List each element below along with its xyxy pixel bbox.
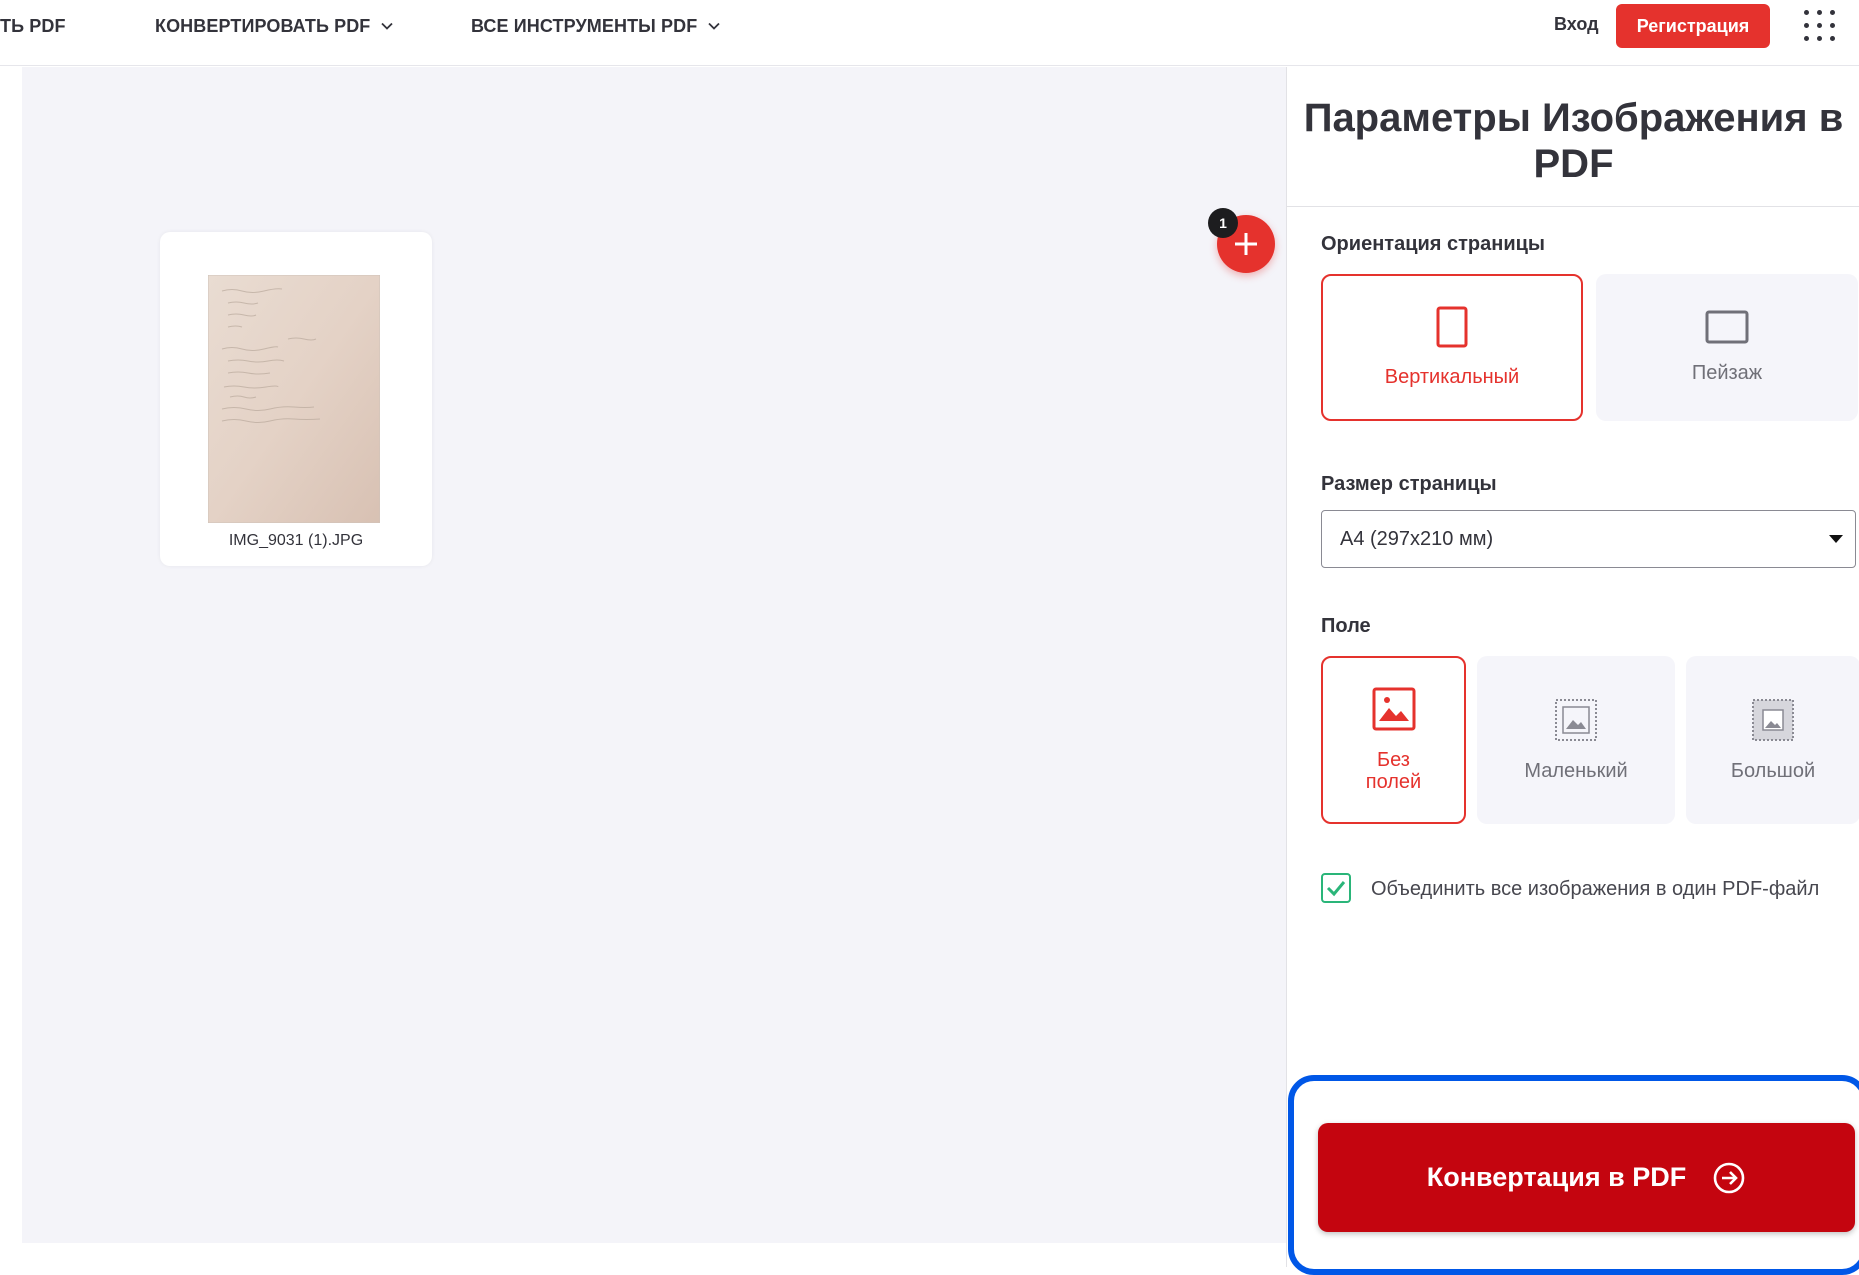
option-label: Маленький (1524, 759, 1628, 782)
file-workspace: IMG_9031 (1).JPG 1 (22, 67, 1286, 1243)
caret-down-icon (1829, 535, 1843, 543)
login-link[interactable]: Вход (1554, 14, 1599, 35)
sidebar-title: Параметры Изображения в PDF (1303, 96, 1844, 186)
page-size-value: A4 (297x210 мм) (1340, 527, 1494, 550)
nav-item-label: КОНВЕРТИРОВАТЬ PDF (155, 15, 371, 36)
file-thumbnail (208, 275, 380, 523)
nav-item-label: ТЬ PDF (0, 15, 66, 36)
arrow-right-circle-icon (1713, 1162, 1745, 1193)
convert-button-label: Конвертация в PDF (1426, 1162, 1687, 1192)
landscape-icon (1705, 310, 1749, 344)
orientation-portrait-option[interactable]: Вертикальный (1321, 274, 1583, 421)
option-label: Большой (1730, 759, 1816, 782)
register-button[interactable]: Регистрация (1616, 4, 1770, 48)
nav-item-convert-pdf[interactable]: КОНВЕРТИРОВАТЬ PDF (155, 0, 394, 52)
big-margin-icon (1752, 698, 1794, 741)
file-card[interactable]: IMG_9031 (1).JPG (160, 232, 432, 566)
nav-item-label: ВСЕ ИНСТРУМЕНТЫ PDF (471, 15, 698, 36)
apps-grid-icon[interactable] (1800, 6, 1840, 46)
margin-label: Поле (1321, 615, 1371, 637)
merge-label: Объединить все изображения в один PDF-фа… (1371, 878, 1820, 900)
nav-item-all-tools[interactable]: ВСЕ ИНСТРУМЕНТЫ PDF (471, 0, 721, 52)
page-size-select[interactable]: A4 (297x210 мм) (1321, 510, 1856, 568)
chevron-down-icon (708, 22, 720, 30)
sidebar-divider (1287, 206, 1859, 207)
file-name: IMG_9031 (1).JPG (228, 532, 364, 549)
no-margin-icon (1372, 687, 1415, 731)
option-label: Без полей (1365, 749, 1422, 793)
margin-big-option[interactable]: Большой (1686, 656, 1859, 824)
portrait-icon (1436, 306, 1468, 348)
chevron-down-icon (381, 22, 394, 30)
small-margin-icon (1555, 698, 1597, 741)
nav-item-edit-pdf[interactable]: ТЬ PDF (0, 0, 66, 52)
file-count-badge: 1 (1208, 208, 1238, 238)
checkmark-icon (1326, 881, 1346, 897)
margin-none-option[interactable]: Без полей (1321, 656, 1466, 824)
page-size-label: Размер страницы (1321, 473, 1497, 495)
option-label: Вертикальный (1384, 366, 1520, 388)
merge-checkbox[interactable] (1321, 873, 1351, 903)
top-navigation: ТЬ PDF КОНВЕРТИРОВАТЬ PDF ВСЕ ИНСТРУМЕНТ… (0, 0, 1859, 66)
margin-small-option[interactable]: Маленький (1477, 656, 1675, 824)
orientation-landscape-option[interactable]: Пейзаж (1596, 274, 1858, 421)
option-label: Пейзаж (1691, 362, 1763, 384)
orientation-label: Ориентация страницы (1321, 233, 1546, 255)
convert-to-pdf-button[interactable]: Конвертация в PDF (1318, 1123, 1855, 1232)
